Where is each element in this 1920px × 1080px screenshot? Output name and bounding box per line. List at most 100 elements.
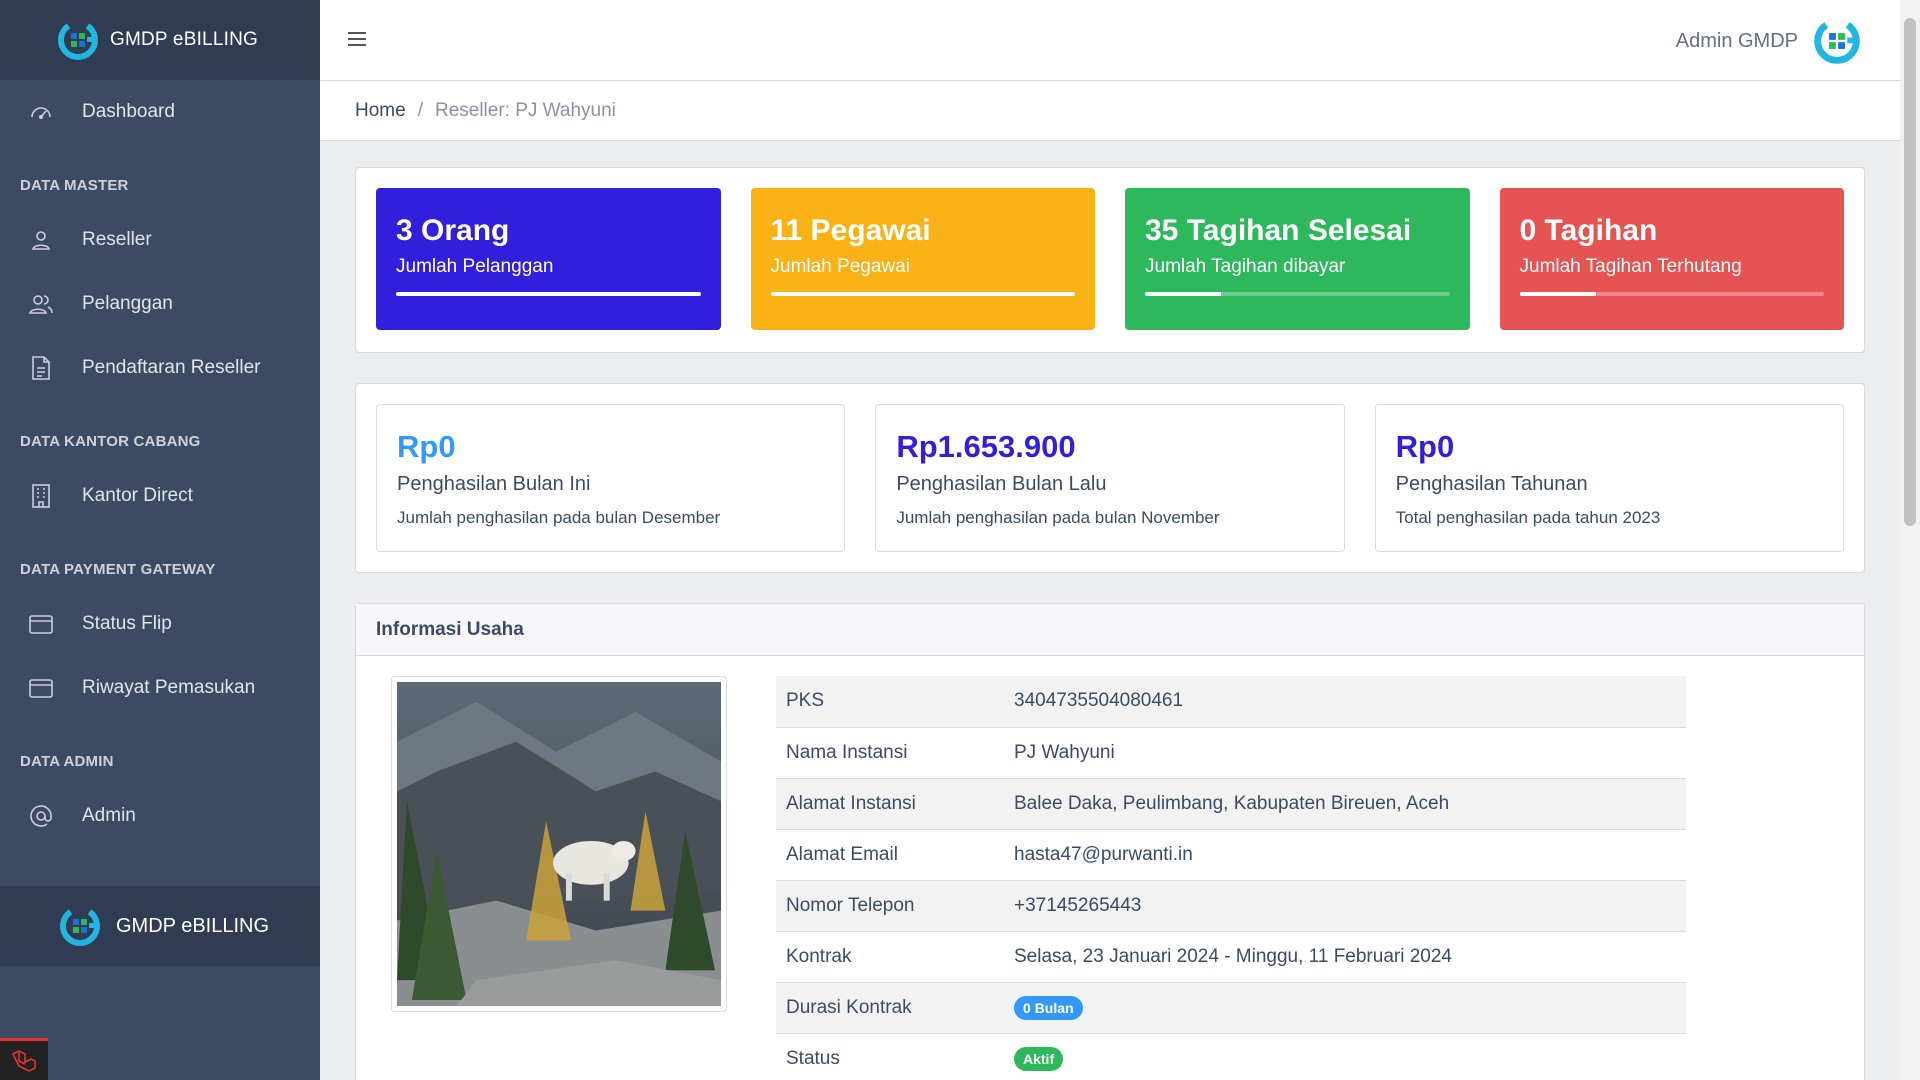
- sidebar-item-label: Pendaftaran Reseller: [82, 357, 261, 378]
- reseller-photo: [397, 682, 721, 1006]
- income-card: Rp0 Penghasilan Bulan Ini Jumlah penghas…: [355, 383, 1865, 573]
- sidebar-item-label: Riwayat Pemasukan: [82, 677, 256, 698]
- income-description: Total penghasilan pada tahun 2023: [1395, 508, 1661, 527]
- table-row: Nama Instansi PJ Wahyuni: [776, 727, 1686, 779]
- table-row: Nomor Telepon +37145265443: [776, 880, 1686, 932]
- progress-bar: [1519, 292, 1824, 296]
- row-key: Kontrak: [776, 931, 1004, 983]
- document-icon: [28, 355, 54, 381]
- income-amount: Rp1.653.900: [896, 429, 1076, 464]
- stat-label: Jumlah Tagihan dibayar: [1145, 256, 1346, 277]
- reseller-photo-frame: [391, 676, 727, 1012]
- at-sign-icon: [28, 803, 54, 829]
- table-row: PKS 3404735504080461: [776, 676, 1686, 728]
- row-key: Status: [776, 1033, 1004, 1080]
- row-value: Balee Daka, Peulimbang, Kabupaten Bireue…: [1004, 778, 1686, 830]
- row-key: PKS: [776, 676, 1004, 728]
- nav-section-title: DATA ADMIN: [20, 753, 114, 770]
- income-amount: Rp0: [397, 429, 456, 464]
- sidebar-item-riwayat-pemasukan[interactable]: Riwayat Pemasukan: [0, 656, 320, 720]
- row-value: Aktif: [1004, 1033, 1686, 1080]
- stat-value: 11 Pegawai: [770, 214, 931, 247]
- top-header: Admin GMDP: [320, 0, 1900, 81]
- duration-badge: 0 Bulan: [1014, 995, 1083, 1020]
- income-label: Penghasilan Bulan Ini: [397, 473, 591, 495]
- user-icon: [28, 227, 54, 253]
- row-value: 3404735504080461: [1004, 676, 1686, 728]
- table-row: Durasi Kontrak 0 Bulan: [776, 982, 1686, 1034]
- nav-section-title: DATA PAYMENT GATEWAY: [20, 561, 216, 578]
- income-widget-tahunan: Rp0 Penghasilan Tahunan Total penghasila…: [1374, 404, 1844, 552]
- nav-section-title: DATA KANTOR CABANG: [20, 433, 201, 450]
- sidebar-item-label: Dashboard: [82, 101, 175, 122]
- breadcrumb-active: Reseller: PJ Wahyuni: [434, 99, 616, 121]
- people-icon: [28, 291, 54, 317]
- stat-value: 3 Orang: [396, 214, 510, 247]
- income-amount: Rp0: [1395, 429, 1455, 464]
- table-row: Kontrak Selasa, 23 Januari 2024 - Minggu,…: [776, 931, 1686, 983]
- sidebar-item-status-flip[interactable]: Status Flip: [0, 592, 320, 656]
- row-value: hasta47@purwanti.in: [1004, 829, 1686, 881]
- sidebar-item-kantor-direct[interactable]: Kantor Direct: [0, 464, 320, 528]
- progress-bar: [396, 292, 701, 296]
- sidebar-item-label: Kantor Direct: [82, 485, 193, 506]
- laravel-icon: [11, 1049, 36, 1072]
- sidebar-item-pendaftaran-reseller[interactable]: Pendaftaran Reseller: [0, 336, 320, 400]
- gmdp-logo-icon: [60, 906, 100, 946]
- stat-widget-pegawai: 11 Pegawai Jumlah Pegawai: [750, 188, 1095, 330]
- user-name: Admin GMDP: [1675, 29, 1798, 52]
- income-description: Jumlah penghasilan pada bulan November: [896, 508, 1220, 527]
- stats-card: 3 Orang Jumlah Pelanggan 11 Pegawai Juml…: [355, 167, 1865, 353]
- sidebar-footer-brand[interactable]: GMDP eBILLING: [0, 886, 320, 966]
- stat-value: 35 Tagihan Selesai: [1145, 214, 1412, 247]
- progress-bar: [770, 292, 1075, 296]
- progress-fill: [396, 292, 701, 296]
- income-label: Penghasilan Bulan Lalu: [896, 473, 1107, 495]
- row-key: Alamat Email: [776, 829, 1004, 881]
- sidebar-item-label: Admin: [82, 805, 136, 826]
- stat-widget-tagihan-terhutang: 0 Tagihan Jumlah Tagihan Terhutang: [1499, 188, 1844, 330]
- laravel-debugbar-button[interactable]: [0, 1038, 48, 1080]
- status-badge: Aktif: [1014, 1046, 1064, 1071]
- income-description: Jumlah penghasilan pada bulan Desember: [397, 508, 721, 527]
- sidebar-brand[interactable]: GMDP eBILLING: [0, 0, 320, 80]
- income-label: Penghasilan Tahunan: [1395, 473, 1588, 495]
- menu-toggle-icon[interactable]: [348, 28, 370, 52]
- stat-label: Jumlah Pelanggan: [396, 256, 554, 277]
- user-menu[interactable]: Admin GMDP: [1676, 16, 1862, 66]
- income-widget-bulan-ini: Rp0 Penghasilan Bulan Ini Jumlah penghas…: [376, 404, 846, 552]
- income-widget-bulan-lalu: Rp1.653.900 Penghasilan Bulan Lalu Jumla…: [875, 404, 1345, 552]
- sidebar-item-admin[interactable]: Admin: [0, 784, 320, 848]
- card-body: PKS 3404735504080461 Nama Instansi PJ Wahy…: [356, 656, 1864, 1080]
- speedometer-icon: [28, 99, 54, 125]
- breadcrumb: Home / Reseller: PJ Wahyuni: [320, 81, 1900, 141]
- nav-section-title: DATA MASTER: [20, 177, 129, 194]
- table-row: Alamat Instansi Balee Daka, Peulimbang, K…: [776, 778, 1686, 830]
- table-row: Alamat Email hasta47@purwanti.in: [776, 829, 1686, 881]
- sidebar-item-pelanggan[interactable]: Pelanggan: [0, 272, 320, 336]
- sidebar-item-label: Reseller: [82, 229, 152, 250]
- business-info-table: PKS 3404735504080461 Nama Instansi PJ Wahy…: [776, 676, 1686, 1080]
- sidebar-item-label: Pelanggan: [82, 293, 173, 314]
- breadcrumb-separator: /: [417, 99, 423, 121]
- sidebar-item-label: Status Flip: [82, 613, 172, 634]
- sidebar-item-dashboard[interactable]: Dashboard: [0, 80, 320, 144]
- gmdp-logo-icon: [58, 20, 98, 60]
- row-value: PJ Wahyuni: [1004, 727, 1686, 779]
- breadcrumb-home[interactable]: Home: [355, 100, 406, 122]
- stat-label: Jumlah Tagihan Terhutang: [1519, 256, 1742, 277]
- page-scrollbar[interactable]: [1900, 0, 1920, 1080]
- table-row: Status Aktif: [776, 1033, 1686, 1080]
- stat-widget-tagihan-selesai: 35 Tagihan Selesai Jumlah Tagihan dibaya…: [1125, 188, 1470, 330]
- progress-fill: [1145, 292, 1222, 296]
- sidebar-item-reseller[interactable]: Reseller: [0, 208, 320, 272]
- building-icon: [28, 483, 54, 509]
- avatar: [1814, 18, 1860, 64]
- stat-label: Jumlah Pegawai: [770, 256, 910, 277]
- scrollbar-thumb[interactable]: [1904, 18, 1916, 526]
- sidebar: GMDP eBILLING Dashboard DATA MASTER Rese…: [0, 0, 320, 1080]
- row-key: Nama Instansi: [776, 727, 1004, 779]
- row-value: +37145265443: [1004, 880, 1686, 932]
- progress-fill: [770, 292, 1075, 296]
- business-info-card: Informasi Usaha PKS 3404735504080461 Nam…: [355, 603, 1865, 1080]
